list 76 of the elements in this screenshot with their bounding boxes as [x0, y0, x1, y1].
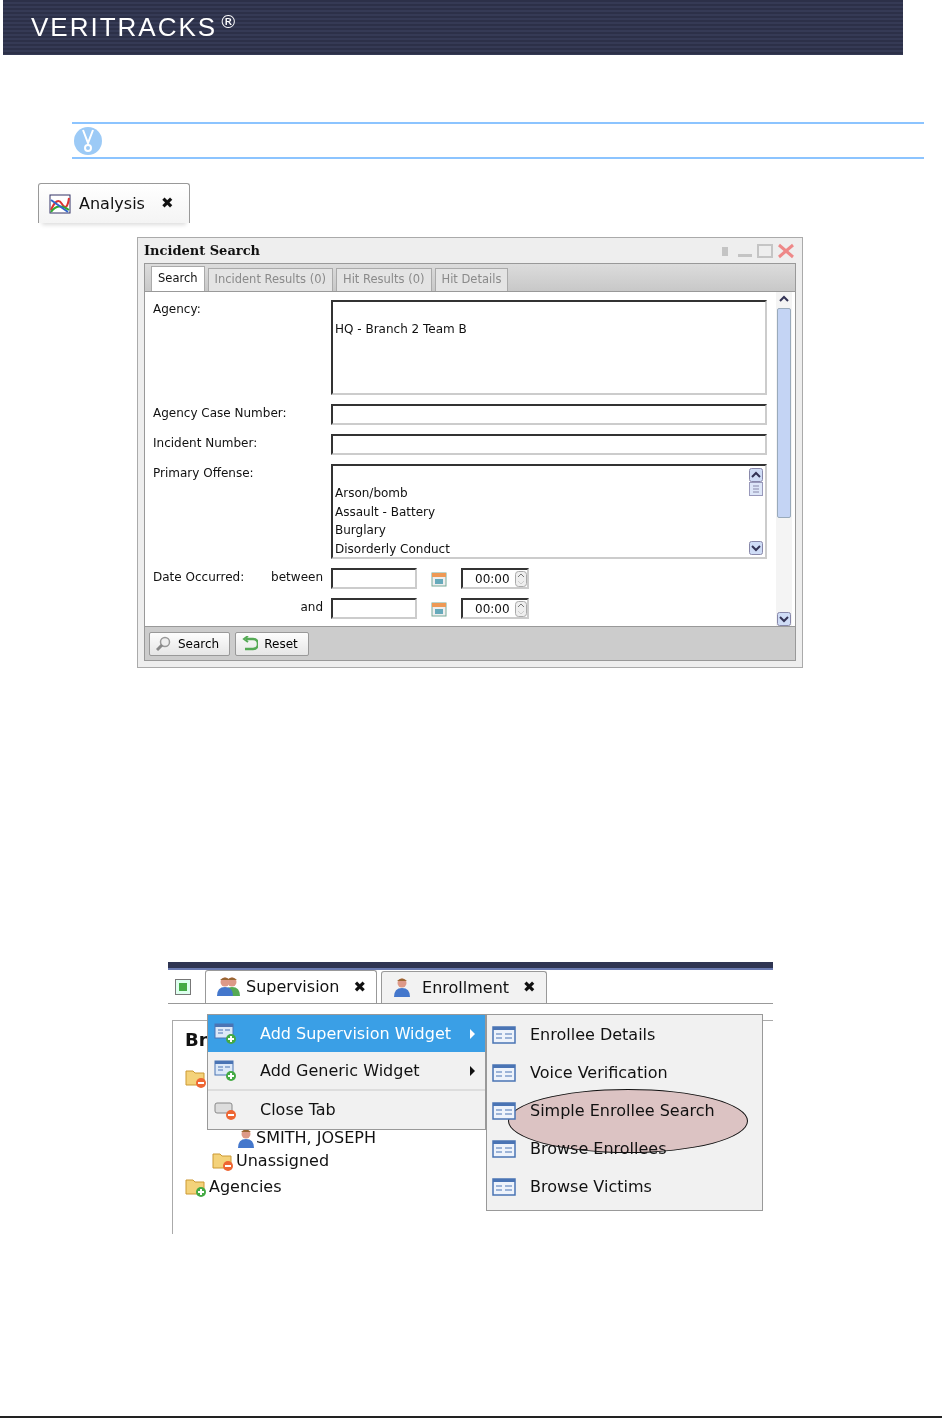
list-box[interactable]: Arson/bomb Assault - Battery Burglary Disorderly Conduct	[331, 464, 767, 559]
close-icon[interactable]: ✖	[160, 192, 174, 215]
date-field[interactable]	[331, 568, 417, 589]
undo-icon	[242, 635, 259, 652]
tab[interactable]: Enrollment ✖	[381, 971, 547, 1003]
list-option[interactable]: HQ - Branch 2 Team B	[335, 320, 765, 339]
submenu-arrow-icon	[470, 1065, 475, 1076]
close-icon[interactable]: ✖	[353, 975, 367, 999]
field-label: Date Occurred:	[153, 569, 245, 586]
menu-item[interactable]: Simple Enrollee Search	[487, 1092, 762, 1130]
person-icon	[238, 1128, 254, 1148]
field-label: Agency Case Number:	[153, 405, 287, 422]
time-value: 00:00	[475, 570, 510, 588]
spinner-icon	[515, 570, 527, 587]
tab-label: Analysis	[79, 192, 145, 215]
submenu-arrow-icon	[470, 1028, 475, 1039]
chart-icon	[49, 193, 71, 214]
list-option[interactable]: Disorderly Conduct	[335, 539, 747, 558]
date-field[interactable]	[331, 598, 417, 619]
logo: VERITRACKS	[31, 11, 218, 44]
field-label: between	[271, 569, 323, 586]
scroll-down-icon	[777, 612, 791, 626]
calendar-icon	[431, 570, 447, 587]
text-field[interactable]	[331, 434, 767, 455]
calendar-icon	[431, 600, 447, 617]
menu-item[interactable]: Voice Verification	[487, 1054, 762, 1092]
tree-item[interactable]: SMITH, JOSEPH	[256, 1126, 376, 1150]
menu-item[interactable]: Browse Victims	[487, 1168, 762, 1206]
tab-label: Enrollment	[422, 976, 510, 999]
scroll-up-icon	[749, 468, 763, 482]
field-label: Agency:	[153, 301, 201, 318]
widget-icon	[492, 1101, 516, 1121]
folder-icon	[212, 1150, 234, 1172]
window-controls-icon	[720, 242, 796, 259]
tab[interactable]: Supervision ✖	[205, 970, 378, 1003]
list-option[interactable]: Assault - Battery	[335, 502, 747, 521]
time-value: 00:00	[475, 600, 510, 618]
people-icon	[216, 976, 240, 998]
search-icon	[156, 635, 172, 652]
menu-item[interactable]: Enrollee Details	[487, 1016, 762, 1054]
field-label: and	[300, 599, 323, 616]
field-label: Incident Number:	[153, 435, 258, 452]
list-option[interactable]: Burglary	[335, 521, 747, 540]
registered-mark: ®	[219, 10, 238, 34]
footer-button[interactable]: Search	[149, 631, 231, 656]
menu-item[interactable]: Add Generic Widget	[208, 1052, 485, 1089]
window-title: Incident Search	[144, 241, 262, 260]
menu-item[interactable]: Close Tab	[208, 1089, 485, 1129]
panel-title: Br	[185, 1028, 208, 1052]
scroll-down-icon	[749, 541, 763, 555]
analysis-tab[interactable]: Analysis ✖	[38, 183, 190, 223]
widget-add-icon	[214, 1058, 238, 1083]
text-field[interactable]	[331, 404, 767, 425]
folder-icon	[185, 1176, 207, 1198]
widget-add-icon	[214, 1021, 238, 1046]
tree-item[interactable]: Agencies	[209, 1175, 282, 1199]
time-field[interactable]: 00:00	[461, 568, 529, 589]
list-option[interactable]: Arson/bomb	[335, 484, 747, 503]
scroll-thumb-icon	[749, 482, 763, 496]
field-label: Primary Offense:	[153, 465, 254, 482]
window-icon	[175, 979, 191, 995]
scroll-thumb[interactable]	[777, 308, 791, 518]
tree-item[interactable]: Unassigned	[236, 1149, 330, 1173]
time-field[interactable]: 00:00	[461, 598, 529, 619]
close-icon[interactable]: ✖	[523, 976, 536, 999]
list-box[interactable]: HQ - Branch 2 Team B	[331, 300, 767, 395]
tab-label: Supervision	[246, 976, 340, 998]
widget-icon	[492, 1177, 516, 1197]
widget-icon	[492, 1063, 516, 1083]
tab[interactable]: Search	[151, 266, 205, 291]
widget-icon	[492, 1025, 516, 1045]
footer-button[interactable]: Reset	[235, 631, 309, 656]
spinner-icon	[515, 600, 527, 617]
warning-icon	[72, 125, 104, 156]
widget-icon	[492, 1139, 516, 1159]
folder-icon	[185, 1067, 207, 1089]
